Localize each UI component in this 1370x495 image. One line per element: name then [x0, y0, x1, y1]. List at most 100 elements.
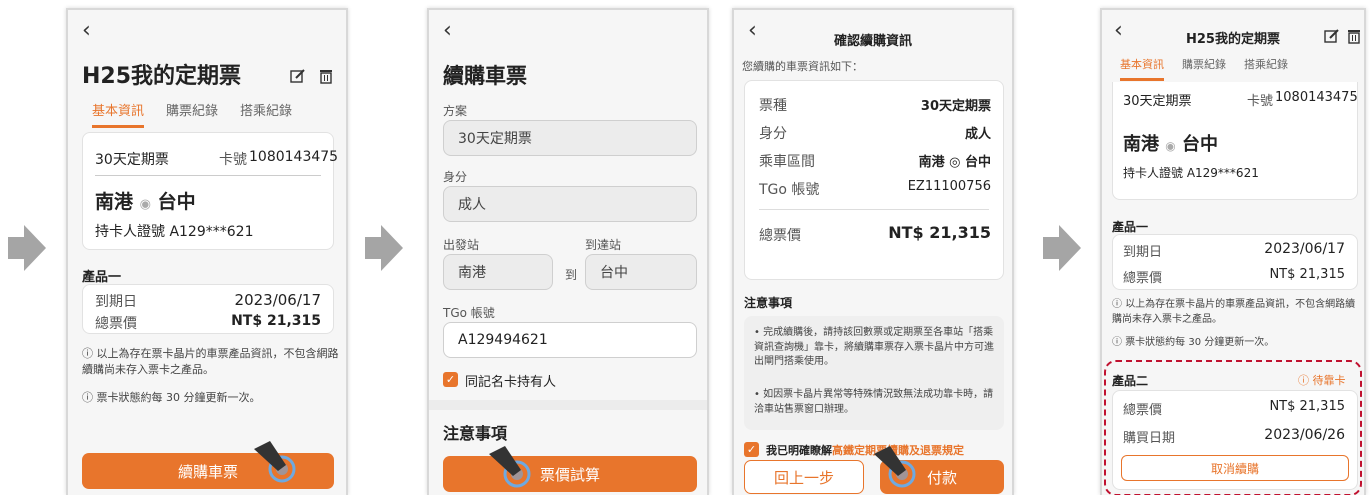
- price-label: 總票價: [95, 316, 137, 332]
- price-value: NT$ 21,315: [231, 313, 321, 329]
- product2-card: 總票價 NT$ 21,315 購買日期 2023/06/26 取消續購: [1112, 390, 1358, 490]
- price-value: NT$ 21,315: [1269, 267, 1345, 282]
- tap-hand-icon: [248, 435, 302, 489]
- product2-title: 產品二: [1112, 374, 1149, 388]
- identity-field: 成人: [443, 186, 697, 222]
- tab-bar: 基本資訊 購票紀錄 搭乘紀錄: [92, 100, 292, 128]
- back-step-button[interactable]: 回上一步: [744, 460, 864, 494]
- intro-text: 您續購的車票資訊如下：: [742, 60, 863, 73]
- to-word: 到: [565, 268, 578, 282]
- row-value: 30天定期票: [920, 99, 991, 114]
- row-value: EZ11100756: [907, 179, 991, 194]
- agree-text: 我已明確瞭解高鐵定期票續購及退票規定: [766, 444, 964, 457]
- expire-value: 2023/06/17: [1264, 241, 1345, 257]
- screen-renew-ticket: ‹ 續購車票 方案 30天定期票 身分 成人 出發站 到達站 南港 到 台中 T…: [427, 8, 709, 495]
- expire-label: 到期日: [95, 294, 137, 310]
- plan-label: 方案: [443, 104, 468, 118]
- agree-checkbox[interactable]: ✓: [744, 442, 759, 457]
- tab-basic-info[interactable]: 基本資訊: [92, 100, 145, 128]
- same-holder-checkbox[interactable]: ✓: [443, 372, 458, 387]
- expire-value: 2023/06/17: [234, 291, 321, 309]
- page-title: 確認續購資訊: [833, 34, 912, 49]
- info-icon: ⓘ: [1298, 374, 1313, 387]
- card-number: 1080143475: [249, 149, 339, 165]
- route: 南港 ◉ 台中: [95, 187, 196, 214]
- back-icon[interactable]: ‹: [443, 20, 452, 42]
- to-station: 台中: [157, 191, 196, 213]
- step-arrow-3: [1043, 225, 1081, 271]
- tap-hand-icon: [868, 440, 922, 494]
- from-station: 南港: [1123, 134, 1159, 155]
- product1-title: 產品一: [1112, 220, 1149, 234]
- trash-icon[interactable]: [318, 68, 334, 84]
- p2-date-value: 2023/06/26: [1264, 427, 1345, 443]
- expire-label: 到期日: [1123, 245, 1163, 260]
- notice-box: • 完成續購後，請持該回數票或定期票至各車站「搭乘資訊查詢機」靠卡，將續購車票存…: [744, 316, 1004, 430]
- cancel-renewal-button[interactable]: 取消續購: [1121, 455, 1349, 481]
- info-icon: ⓘ: [82, 391, 97, 404]
- info-icon: ⓘ: [82, 347, 97, 360]
- page-title: 續購車票: [443, 64, 527, 88]
- ticket-type: 30天定期票: [1123, 94, 1192, 109]
- tgo-input[interactable]: A129494621: [443, 322, 697, 358]
- pass-card: 30天定期票 卡號 1080143475 南港 ◉ 台中 持卡人證號 A129*…: [82, 132, 338, 250]
- p2-price-label: 總票價: [1123, 403, 1163, 418]
- card-number-label: 卡號: [219, 152, 247, 168]
- holder-id: 持卡人證號 A129***621: [95, 224, 254, 240]
- trash-icon[interactable]: [1346, 28, 1362, 44]
- product-title: 產品一: [82, 270, 122, 285]
- identity-label: 身分: [443, 170, 468, 184]
- card-number: 1080143475: [1275, 90, 1358, 105]
- edit-icon[interactable]: [290, 68, 306, 84]
- info-note-2: ⓘ 票卡狀態約每 30 分鐘更新一次。: [82, 391, 261, 404]
- fare-calc-button[interactable]: 票價試算: [443, 456, 697, 492]
- page-title: H25我的定期票: [82, 64, 242, 89]
- plan-field: 30天定期票: [443, 120, 697, 156]
- info-note-2: ⓘ 票卡狀態約每 30 分鐘更新一次。: [1112, 337, 1275, 348]
- tab-ride-records[interactable]: 搭乘紀錄: [1244, 56, 1288, 81]
- info-icon: ⓘ: [1112, 299, 1126, 310]
- from-station-label: 出發站: [443, 238, 480, 252]
- arrow-circle-icon: ◉: [139, 197, 151, 212]
- tap-hand-icon: [483, 440, 537, 494]
- back-icon[interactable]: ‹: [82, 20, 91, 42]
- renewal-summary-card: 票種 30天定期票 身分 成人 乘車區間 南港 ◎ 台中 TGo 帳號 EZ11…: [744, 80, 1004, 280]
- pass-card: 30天定期票 卡號 1080143475 南港 ◉ 台中 持卡人證號 A129*…: [1112, 82, 1358, 200]
- screen-my-pass-updated: ‹ H25我的定期票 基本資訊 購票紀錄 搭乘紀錄 30天定期票 卡號 1080…: [1100, 8, 1366, 495]
- tab-purchase-records[interactable]: 購票紀錄: [1182, 56, 1226, 81]
- screen-confirm-renewal: ‹ 確認續購資訊 您續購的車票資訊如下： 票種 30天定期票 身分 成人 乘車區…: [732, 8, 1014, 495]
- tab-purchase-records[interactable]: 購票紀錄: [166, 100, 218, 128]
- total-label: 總票價: [759, 228, 801, 244]
- to-station-field: 台中: [585, 254, 697, 290]
- notice-title: 注意事項: [744, 296, 793, 310]
- tgo-label: TGo 帳號: [443, 306, 495, 320]
- p2-date-label: 購買日期: [1123, 431, 1176, 446]
- same-holder-label: 同記名卡持有人: [465, 375, 557, 390]
- p2-price-value: NT$ 21,315: [1269, 399, 1345, 414]
- step-arrow-1: [8, 225, 46, 271]
- arrow-circle-icon: ◉: [1165, 139, 1176, 153]
- pending-badge: ⓘ 待靠卡: [1298, 374, 1346, 387]
- from-station: 南港: [95, 191, 134, 213]
- step-arrow-2: [365, 225, 403, 271]
- edit-icon[interactable]: [1324, 28, 1340, 44]
- to-station-label: 到達站: [585, 238, 622, 252]
- screen-my-pass: ‹ H25我的定期票 基本資訊 購票紀錄 搭乘紀錄 30天定期票 卡號 1080…: [66, 8, 348, 495]
- from-station-field: 南港: [443, 254, 553, 290]
- info-note-1: ⓘ 以上為存在票卡晶片的車票產品資訊，不包含網路續購尚未存入票卡之產品。: [1112, 299, 1356, 325]
- tab-ride-records[interactable]: 搭乘紀錄: [240, 100, 292, 128]
- info-note-1: ⓘ 以上為存在票卡晶片的車票產品資訊，不包含網路續購尚未存入票卡之產品。: [82, 347, 339, 376]
- row-value: 南港 ◎ 台中: [918, 155, 991, 170]
- row-label: 乘車區間: [759, 154, 815, 170]
- to-station: 台中: [1182, 134, 1219, 155]
- tab-basic-info[interactable]: 基本資訊: [1120, 56, 1164, 81]
- holder-id: 持卡人證號 A129***621: [1123, 166, 1259, 180]
- notice-item-1: • 完成續購後，請持該回數票或定期票至各車站「搭乘資訊查詢機」靠卡，將續購車票存…: [754, 327, 994, 367]
- total-value: NT$ 21,315: [888, 223, 991, 242]
- row-label: 票種: [759, 98, 787, 114]
- card-number-label: 卡號: [1247, 94, 1274, 109]
- price-label: 總票價: [1123, 271, 1163, 286]
- info-icon: ⓘ: [1112, 337, 1126, 348]
- row-label: TGo 帳號: [759, 182, 820, 198]
- product-card: 到期日 2023/06/17 總票價 NT$ 21,315: [82, 284, 334, 334]
